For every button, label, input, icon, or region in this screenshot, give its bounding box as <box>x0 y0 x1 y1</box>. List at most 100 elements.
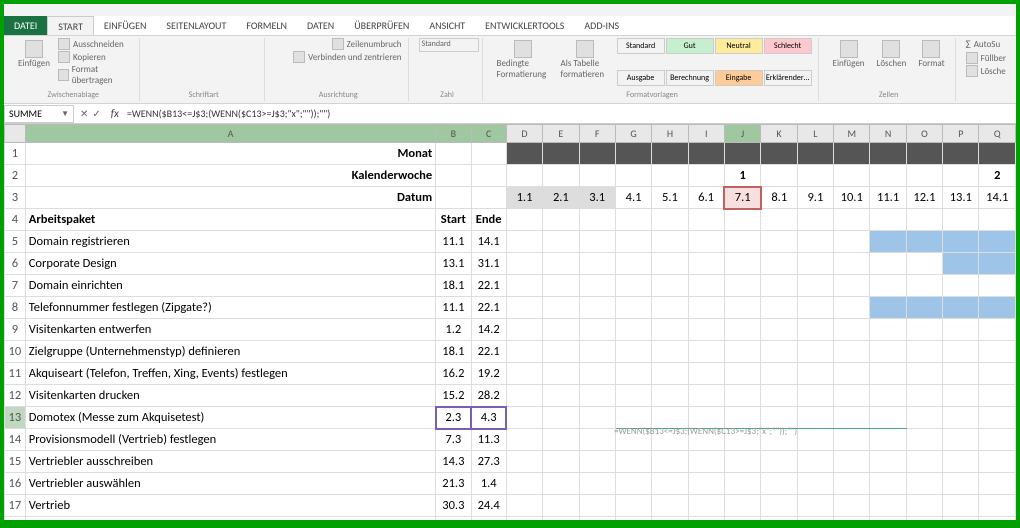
cell-kw[interactable]: Kalenderwoche <box>25 165 435 187</box>
cell[interactable] <box>906 297 942 319</box>
task-start[interactable]: 15.2 <box>436 385 471 407</box>
cell[interactable] <box>834 231 870 253</box>
cell[interactable] <box>943 209 979 231</box>
cell-monat[interactable]: Monat <box>25 143 435 165</box>
col-header-j[interactable]: J <box>724 125 760 143</box>
cell[interactable] <box>615 495 651 517</box>
cell[interactable] <box>979 341 1016 363</box>
task-name[interactable]: Corporate Design <box>25 253 435 275</box>
col-header-a[interactable]: A <box>25 125 435 143</box>
cell[interactable] <box>724 341 760 363</box>
task-ende[interactable]: 31.1 <box>471 253 506 275</box>
cell[interactable] <box>943 363 979 385</box>
cell[interactable] <box>906 429 942 451</box>
cell[interactable] <box>724 275 760 297</box>
formula-bar[interactable]: =WENN($B13<=J$3;(WENN($C13>=J$3;"x";""))… <box>123 107 1016 120</box>
cell[interactable]: 2 <box>979 165 1016 187</box>
date-13.1[interactable]: 13.1 <box>943 187 979 209</box>
cell[interactable] <box>979 275 1016 297</box>
cell[interactable] <box>579 253 615 275</box>
cell[interactable] <box>688 319 724 341</box>
col-header-n[interactable]: N <box>870 125 906 143</box>
task-ende[interactable]: 19.2 <box>471 363 506 385</box>
cell[interactable] <box>906 517 942 521</box>
task-start[interactable]: 14.3 <box>436 451 471 473</box>
cell[interactable] <box>579 363 615 385</box>
cell[interactable] <box>506 341 542 363</box>
row-header-7[interactable]: 7 <box>5 275 26 297</box>
date-10.1[interactable]: 10.1 <box>834 187 870 209</box>
cell[interactable] <box>834 341 870 363</box>
cell[interactable] <box>834 363 870 385</box>
task-name[interactable]: Domain einrichten <box>25 275 435 297</box>
row-header-15[interactable]: 15 <box>5 451 26 473</box>
row-header-2[interactable]: 2 <box>5 165 26 187</box>
cell[interactable] <box>943 429 979 451</box>
cell[interactable] <box>652 297 688 319</box>
cell[interactable] <box>870 363 906 385</box>
cell[interactable] <box>797 363 833 385</box>
col-header-b[interactable]: B <box>436 125 471 143</box>
cell[interactable] <box>834 407 870 429</box>
cell[interactable] <box>724 297 760 319</box>
task-start[interactable]: 11.1 <box>436 231 471 253</box>
style-gut[interactable]: Gut <box>666 38 714 54</box>
tab-addins[interactable]: ADD-INS <box>574 16 629 35</box>
cell[interactable] <box>579 231 615 253</box>
tab-seitenlayout[interactable]: SEITENLAYOUT <box>156 16 236 35</box>
task-name[interactable]: Vertriebler auswählen <box>25 473 435 495</box>
cell[interactable] <box>506 473 542 495</box>
cell[interactable] <box>979 231 1016 253</box>
cell[interactable] <box>652 319 688 341</box>
cell[interactable] <box>688 385 724 407</box>
cell[interactable] <box>906 341 942 363</box>
cell[interactable] <box>943 297 979 319</box>
task-name[interactable]: Telefonnummer festlegen (Zipgate?) <box>25 297 435 319</box>
cell[interactable] <box>688 297 724 319</box>
cell-start-hdr[interactable]: Start <box>436 209 471 231</box>
task-ende[interactable]: 22.1 <box>471 275 506 297</box>
cell[interactable] <box>834 209 870 231</box>
row-header-17[interactable]: 17 <box>5 495 26 517</box>
cell[interactable] <box>761 209 797 231</box>
task-name[interactable]: Vertrieb <box>25 495 435 517</box>
cell[interactable] <box>579 341 615 363</box>
row-header-11[interactable]: 11 <box>5 363 26 385</box>
date-5.1[interactable]: 5.1 <box>652 187 688 209</box>
cell[interactable] <box>579 517 615 521</box>
cell[interactable] <box>724 495 760 517</box>
cell[interactable] <box>797 429 833 451</box>
date-12.1[interactable]: 12.1 <box>906 187 942 209</box>
cell[interactable] <box>834 385 870 407</box>
cell[interactable] <box>724 473 760 495</box>
cell[interactable] <box>506 297 542 319</box>
style-neutral[interactable]: Neutral <box>715 38 763 54</box>
cell[interactable] <box>688 231 724 253</box>
cell[interactable] <box>979 297 1016 319</box>
cell[interactable] <box>506 363 542 385</box>
cell[interactable] <box>870 341 906 363</box>
cell[interactable] <box>506 495 542 517</box>
col-header-o[interactable]: O <box>906 125 942 143</box>
cell[interactable] <box>761 473 797 495</box>
task-ende[interactable]: 27.3 <box>471 451 506 473</box>
tab-datei[interactable]: DATEI <box>4 16 47 35</box>
cell[interactable] <box>688 165 724 187</box>
cell[interactable] <box>834 165 870 187</box>
cell[interactable] <box>797 253 833 275</box>
cell[interactable] <box>906 165 942 187</box>
cell[interactable] <box>579 143 615 165</box>
cell[interactable] <box>652 231 688 253</box>
cell-arbeitspaket-hdr[interactable]: Arbeitspaket <box>25 209 435 231</box>
cell[interactable] <box>471 165 506 187</box>
cell[interactable] <box>943 275 979 297</box>
cell[interactable] <box>870 517 906 521</box>
cell[interactable] <box>943 473 979 495</box>
cell[interactable] <box>943 165 979 187</box>
cell[interactable] <box>615 319 651 341</box>
date-14.1[interactable]: 14.1 <box>979 187 1016 209</box>
col-header-h[interactable]: H <box>652 125 688 143</box>
select-all[interactable] <box>5 125 26 143</box>
cell[interactable] <box>543 363 579 385</box>
cell[interactable] <box>471 143 506 165</box>
